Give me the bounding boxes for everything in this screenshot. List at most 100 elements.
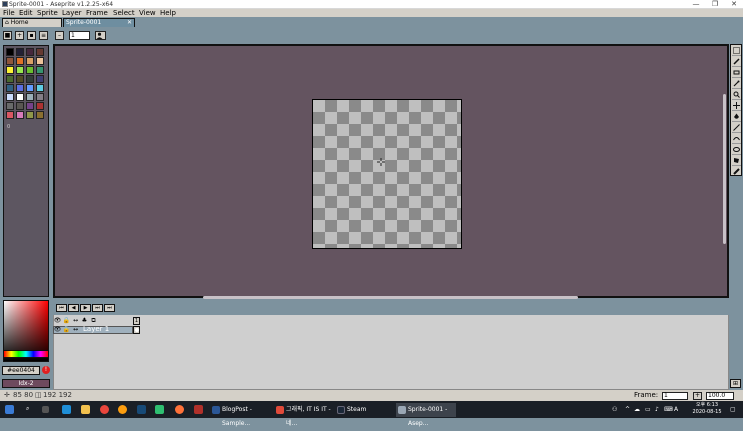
palette-swatch[interactable]	[36, 57, 44, 65]
minimize-button[interactable]: —	[687, 0, 705, 9]
lock-header-icon[interactable]: 🔒	[62, 317, 71, 325]
background-color-button[interactable]: Idx-2	[2, 379, 50, 388]
lock-icon[interactable]: ■	[3, 31, 12, 40]
layer-visibility-icon[interactable]: 👁	[53, 326, 62, 334]
palette-swatch[interactable]	[26, 66, 34, 74]
layer-lock-icon[interactable]: 🔒	[62, 326, 71, 334]
palette-swatch[interactable]	[16, 57, 24, 65]
palette-swatch[interactable]	[6, 84, 14, 92]
palette-swatch[interactable]	[26, 57, 34, 65]
app-icon-orange[interactable]	[118, 405, 127, 414]
contour-icon[interactable]	[732, 156, 741, 166]
steam-icon[interactable]	[137, 405, 146, 414]
prev-icon[interactable]: –	[55, 31, 64, 40]
zoom-icon[interactable]	[732, 90, 741, 100]
taskbar-app-aseprite[interactable]: Sprite-0001 - Asep...	[396, 403, 456, 427]
layer-name[interactable]: Layer 1	[83, 326, 133, 334]
palette-swatch[interactable]	[36, 93, 44, 101]
palette-swatch[interactable]	[6, 75, 14, 83]
app-icon-green[interactable]	[155, 405, 164, 414]
volume-icon[interactable]: ♪	[655, 406, 659, 413]
visibility-header-icon[interactable]: 👁	[53, 317, 62, 325]
menu-view[interactable]: View	[139, 9, 156, 17]
explorer-icon[interactable]	[81, 405, 90, 414]
notification-icon[interactable]: ▢	[730, 406, 736, 413]
palette-swatch[interactable]	[26, 84, 34, 92]
play-button[interactable]: ▶	[80, 304, 91, 312]
onion-skin-icon[interactable]: ♣	[80, 317, 89, 325]
close-window-button[interactable]: ✕	[725, 0, 743, 9]
curve-icon[interactable]	[732, 134, 741, 144]
start-icon[interactable]	[5, 405, 14, 414]
palette-swatch[interactable]	[36, 66, 44, 74]
palette-swatch[interactable]	[16, 93, 24, 101]
tab-home[interactable]: ⌂ Home	[2, 18, 62, 27]
people-icon[interactable]: ⚇	[612, 406, 617, 413]
prev-frame-button[interactable]: ◀	[68, 304, 79, 312]
close-tab-icon[interactable]: ✕	[127, 19, 132, 27]
save-icon[interactable]: ▪	[27, 31, 36, 40]
cloud-icon[interactable]: ☁	[634, 406, 640, 413]
frame-input[interactable]: 1	[69, 31, 90, 40]
menu-file[interactable]: File	[3, 9, 15, 17]
move-icon[interactable]	[732, 101, 741, 111]
tab-sprite[interactable]: Sprite-0001 ✕	[63, 18, 135, 27]
firefox-icon[interactable]	[175, 405, 184, 414]
hue-slider[interactable]	[3, 350, 49, 358]
eraser-icon[interactable]	[732, 68, 741, 78]
palette-swatch[interactable]	[26, 111, 34, 119]
sprite-editor[interactable]	[53, 44, 729, 298]
menu-help[interactable]: Help	[160, 9, 176, 17]
palette-swatch[interactable]	[36, 102, 44, 110]
frame-field[interactable]: 1	[662, 392, 688, 400]
line-icon[interactable]	[732, 123, 741, 133]
palette-swatch[interactable]	[16, 102, 24, 110]
edge-icon[interactable]	[62, 405, 71, 414]
input-language-icon[interactable]: A	[674, 406, 678, 413]
vertical-scrollbar[interactable]	[723, 94, 726, 244]
foreground-color-button[interactable]: #ee0404	[2, 366, 40, 375]
last-frame-button[interactable]: ⏭	[104, 304, 115, 312]
menu-icon[interactable]: ≡	[39, 31, 48, 40]
frame-header-1[interactable]: 1	[133, 317, 140, 325]
taskbar-app-blogpost[interactable]: BlogPost - Sample...	[210, 403, 273, 427]
search-icon[interactable]: ⌕	[26, 405, 29, 412]
add-icon[interactable]: +	[15, 31, 24, 40]
cel-frame-1[interactable]	[133, 326, 140, 334]
layer-continuous-icon[interactable]: ↔	[71, 326, 80, 334]
link-cels-icon[interactable]: ⧉	[89, 317, 98, 325]
palette-swatch[interactable]	[36, 111, 44, 119]
menu-layer[interactable]: Layer	[62, 9, 82, 17]
zoom-plus-button[interactable]: +	[693, 392, 702, 400]
palette-swatch[interactable]	[26, 75, 34, 83]
palette-swatch[interactable]	[36, 84, 44, 92]
palette-swatch[interactable]	[16, 84, 24, 92]
pencil-icon[interactable]	[732, 57, 741, 67]
warning-icon[interactable]: !	[42, 366, 50, 374]
palette-swatch[interactable]	[36, 48, 44, 56]
palette-swatch[interactable]	[26, 48, 34, 56]
keyboard-icon[interactable]: ⌨	[664, 406, 673, 413]
sprite-canvas[interactable]	[312, 99, 462, 249]
horizontal-scrollbar[interactable]	[203, 296, 578, 299]
eyedropper-icon[interactable]	[732, 79, 741, 89]
palette-swatch[interactable]	[16, 75, 24, 83]
palette-swatch[interactable]	[26, 93, 34, 101]
task-view-icon[interactable]	[42, 406, 49, 413]
palette-swatch[interactable]	[6, 66, 14, 74]
chrome-icon[interactable]	[100, 405, 109, 414]
system-clock[interactable]: 오후 6:13 2020-08-15	[688, 402, 726, 416]
marquee-icon[interactable]	[732, 46, 741, 56]
palette-swatch[interactable]	[16, 111, 24, 119]
layout-toggle-icon[interactable]: ⊞	[730, 379, 741, 388]
ellipse-icon[interactable]	[732, 145, 741, 155]
tray-chevron-icon[interactable]: ^	[625, 406, 630, 413]
palette-swatch[interactable]	[36, 75, 44, 83]
blur-icon[interactable]	[732, 167, 741, 177]
app-icon-red[interactable]	[194, 405, 203, 414]
palette-swatch[interactable]	[16, 66, 24, 74]
fill-icon[interactable]	[732, 112, 741, 122]
menu-edit[interactable]: Edit	[19, 9, 33, 17]
palette-swatch[interactable]	[6, 57, 14, 65]
maximize-button[interactable]: ❐	[706, 0, 724, 9]
